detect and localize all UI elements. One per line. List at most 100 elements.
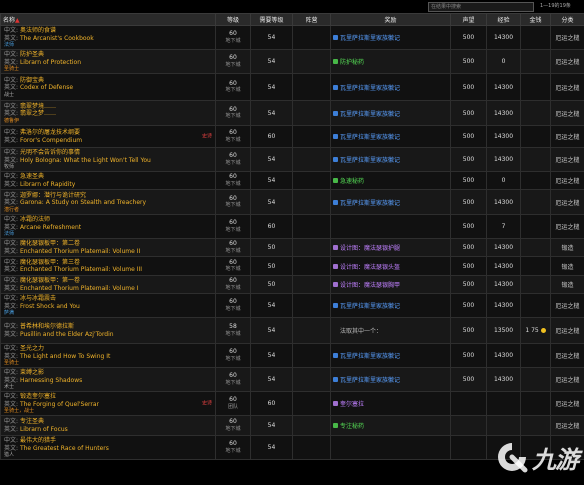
table-row[interactable]: 中文: 锻造奎尔塞拉 英文: The Forging of Quel'Serrar…: [0, 391, 584, 416]
reward-link[interactable]: 法取其中一个：: [340, 328, 382, 335]
quest-name-cn[interactable]: 冰霜的法师: [20, 216, 50, 223]
category[interactable]: 锻造: [550, 275, 584, 294]
quest-name-en[interactable]: The Arcanist's Cookbook: [20, 35, 94, 42]
quest-name-cn[interactable]: 普希林和埃尔德拉斯: [20, 323, 74, 330]
quest-name-cn[interactable]: 魔化瑟银板甲：第二卷: [20, 240, 80, 247]
column-header-faction[interactable]: 阵营: [292, 13, 331, 26]
reward-link[interactable]: 瓦里萨拉斯里家族徽记: [340, 134, 400, 141]
table-row[interactable]: 中文: 魔化瑟银板甲：第三卷 英文: Enchanted Thorium Plat…: [0, 256, 584, 276]
quest-name-en[interactable]: Frost Shock and You: [20, 303, 80, 310]
quest-name-en[interactable]: 翡翠之梦……: [20, 110, 56, 117]
category[interactable]: 厄运之槌: [550, 343, 584, 368]
quest-name-cn[interactable]: 专注圣典: [20, 418, 44, 425]
quest-name-cn[interactable]: 魔化瑟银板甲：第一卷: [20, 277, 80, 284]
category[interactable]: 锻造: [550, 238, 584, 257]
quest-name-en[interactable]: The Forging of Quel'Serrar: [20, 401, 99, 408]
reward-link[interactable]: 瓦里萨拉斯里家族徽记: [340, 157, 400, 164]
reward-link[interactable]: 瓦里萨拉斯里家族徽记: [340, 377, 400, 384]
category[interactable]: 厄运之槌: [550, 367, 584, 392]
column-header-money[interactable]: 金钱: [520, 13, 551, 26]
table-row[interactable]: 中文: 光明不会告诉你的事情 英文: Holy Bologna: What the…: [0, 147, 584, 172]
table-row[interactable]: 中文: 弗洛尔的屠龙技术纲要 英文: Foror's Compendium 史诗 60…: [0, 125, 584, 148]
quest-name-en[interactable]: Librarn of Focus: [20, 426, 68, 433]
category[interactable]: 厄运之槌: [550, 189, 584, 215]
reward-link[interactable]: 设计图：魔法瑟银头盔: [340, 264, 400, 271]
table-row[interactable]: 中文: 防御宝典 英文: Codex of Defense 战士 60 地下城 54 瓦里萨…: [0, 73, 584, 101]
quest-name-cn[interactable]: 弗洛尔的屠龙技术纲要: [20, 129, 80, 136]
quest-name-en[interactable]: The Greatest Race of Hunters: [20, 445, 109, 452]
reward-link[interactable]: 瓦里萨拉斯里家族徽记: [340, 85, 400, 92]
table-row[interactable]: 中文: 专注圣典 英文: Librarn of Focus 60 地下城 54 专注秘药厄…: [0, 415, 584, 436]
quest-name-en[interactable]: Enchanted Thorium Platemail: Volume III: [20, 266, 142, 273]
table-row[interactable]: 中文: 魔化瑟银板甲：第二卷 英文: Enchanted Thorium Plat…: [0, 238, 584, 257]
category[interactable]: 厄运之槌: [550, 147, 584, 172]
quest-name-en[interactable]: Enchanted Thorium Platemail: Volume I: [20, 285, 139, 292]
table-row[interactable]: 中文: 急速圣典 英文: Librarn of Rapidity 60 地下城 54 急速…: [0, 171, 584, 190]
table-row[interactable]: 中文: 迦罗娜：潜行与诡计研究 英文: Garona: A Study on St…: [0, 189, 584, 215]
table-row[interactable]: 中文: 翡翠梦境…… 英文: 翡翠之梦…… 德鲁伊 60 地下城 54 瓦里萨拉斯里家族徽记…: [0, 100, 584, 126]
reward-link[interactable]: 瓦里萨拉斯里家族徽记: [340, 200, 400, 207]
column-header-required-level[interactable]: 需要等级: [250, 13, 293, 26]
category[interactable]: 厄运之槌: [550, 214, 584, 239]
category[interactable]: 厄运之槌: [550, 415, 584, 436]
quest-name-en[interactable]: Librarn of Rapidity: [20, 181, 75, 188]
quest-name-en[interactable]: Codex of Defense: [20, 84, 73, 91]
table-row[interactable]: 中文: 束缚之影 英文: Harnessing Shadows 术士 60 地下城 54 瓦…: [0, 367, 584, 392]
reward-link[interactable]: 设计图：魔法瑟银胸甲: [340, 282, 400, 289]
category[interactable]: 厄运之槌: [550, 317, 584, 344]
quest-name-en[interactable]: Garona: A Study on Stealth and Treachery: [20, 199, 146, 206]
category[interactable]: 厄运之槌: [550, 49, 584, 74]
table-row[interactable]: 中文: 奥法师的食谱 英文: The Arcanist's Cookbook 法师 6…: [0, 25, 584, 50]
reward-link[interactable]: 设计图：魔法瑟银护腿: [340, 245, 400, 252]
category[interactable]: 厄运之槌: [550, 25, 584, 50]
quest-name-en[interactable]: Enchanted Thorium Platemail: Volume II: [20, 248, 140, 255]
table-row[interactable]: 中文: 冰与冰霜震击 英文: Frost Shock and You 萨满 60 地下城…: [0, 293, 584, 318]
category[interactable]: 厄运之槌: [550, 171, 584, 190]
quest-name-en[interactable]: Pusillin and the Elder Azj'Tordin: [20, 331, 114, 338]
category[interactable]: 厄运之槌: [550, 73, 584, 101]
reward-link[interactable]: 瓦里萨拉斯里家族徽记: [340, 303, 400, 310]
reward-link[interactable]: 瓦里萨拉斯里家族徽记: [340, 353, 400, 360]
quest-name-en[interactable]: Harnessing Shadows: [20, 377, 82, 384]
quest-name-cn[interactable]: 锻造奎尔塞拉: [20, 393, 56, 400]
quest-name-en[interactable]: Foror's Compendium: [20, 137, 82, 144]
reward-link[interactable]: 专注秘药: [340, 423, 364, 430]
quest-name-cn[interactable]: 迦罗娜：潜行与诡计研究: [20, 192, 86, 199]
column-header-reward[interactable]: 奖励: [330, 13, 451, 26]
reward-link[interactable]: 瓦里萨拉斯里家族徽记: [340, 111, 400, 118]
table-row[interactable]: 中文: 防护圣典 英文: Librarn of Protection 圣骑士 60 地下…: [0, 49, 584, 74]
category[interactable]: 厄运之槌: [550, 125, 584, 148]
column-header-name[interactable]: 名称▲: [0, 13, 216, 26]
category[interactable]: 厄运之槌: [550, 391, 584, 416]
quest-name-cn[interactable]: 圣光之力: [20, 345, 44, 352]
table-row[interactable]: 中文: 冰霜的法师 英文: Arcane Refreshment 法师 60 地下城 60…: [0, 214, 584, 239]
quest-name-cn[interactable]: 魔化瑟银板甲：第三卷: [20, 259, 80, 266]
table-row[interactable]: 中文: 魔化瑟银板甲：第一卷 英文: Enchanted Thorium Plat…: [0, 275, 584, 294]
category[interactable]: 厄运之槌: [550, 293, 584, 318]
column-header-level[interactable]: 等级: [215, 13, 251, 26]
category[interactable]: 锻造: [550, 256, 584, 276]
column-header-reputation[interactable]: 声望: [450, 13, 487, 26]
reward-link[interactable]: 急速秘药: [340, 178, 364, 185]
table-row[interactable]: 中文: 圣光之力 英文: The Light and How To Swing I…: [0, 343, 584, 368]
quest-name-cn[interactable]: 奥法师的食谱: [20, 27, 56, 34]
quest-name-cn[interactable]: 冰与冰霜震击: [20, 295, 56, 302]
quest-name-cn[interactable]: 防御宝典: [20, 77, 44, 84]
quest-name-cn[interactable]: 束缚之影: [20, 369, 44, 376]
column-header-experience[interactable]: 经验: [486, 13, 521, 26]
quest-name-cn[interactable]: 翡翠梦境……: [20, 103, 56, 110]
table-row[interactable]: 中文: 普希林和埃尔德拉斯 英文: Pusillin and the Elder …: [0, 317, 584, 344]
quest-name-cn[interactable]: 光明不会告诉你的事情: [20, 149, 80, 156]
reward-link[interactable]: 防护秘药: [340, 59, 364, 66]
quest-name-cn[interactable]: 急速圣典: [20, 173, 44, 180]
reward-link[interactable]: 瓦里萨拉斯里家族徽记: [340, 35, 400, 42]
quest-name-cn[interactable]: 防护圣典: [20, 51, 44, 58]
quest-name-en[interactable]: Arcane Refreshment: [20, 224, 81, 231]
quest-name-cn[interactable]: 最伟大的猎手: [20, 437, 56, 444]
category[interactable]: 厄运之槌: [550, 100, 584, 126]
quest-name-en[interactable]: Librarn of Protection: [20, 59, 81, 66]
reward-link[interactable]: 奎尔塞拉: [340, 401, 364, 408]
quest-name-en[interactable]: The Light and How To Swing It: [20, 353, 110, 360]
search-input[interactable]: 在结果中搜索: [428, 2, 534, 12]
column-header-category[interactable]: 分类: [550, 13, 584, 26]
